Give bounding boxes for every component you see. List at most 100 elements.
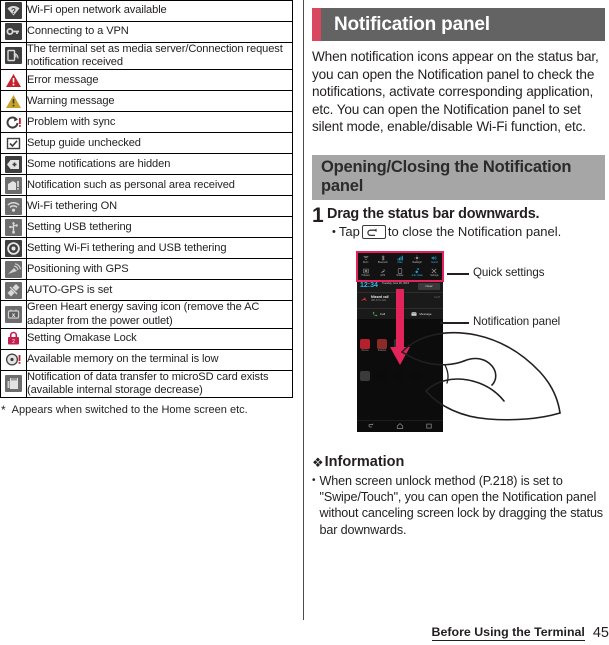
wifi-open-network-icon: ? [5, 2, 22, 20]
footnote-marker: * [1, 403, 6, 418]
notification-subtitle: 080-XXX-1111 [371, 299, 387, 303]
left-column: ? Wi-Fi open network available Connecting… [0, 0, 296, 645]
table-row: Problem with sync [0, 111, 293, 134]
auto-gps-icon [5, 281, 22, 299]
table-row: AUTO-GPS is set [0, 279, 293, 302]
table-row: Some notifications are hidden [0, 153, 293, 176]
message-icon [411, 312, 418, 317]
page-title: Notification panel [334, 13, 490, 35]
description-cell: The terminal set as media server/Connect… [26, 41, 293, 71]
table-row: Warning message [0, 90, 293, 113]
description-cell: Green Heart energy saving icon (remove t… [26, 300, 293, 329]
table-row: Connecting to a VPN [0, 21, 293, 43]
wifi-usb-tethering-icon [5, 239, 22, 257]
nav-back-icon[interactable] [367, 422, 375, 430]
quick-settings-highlight-frame [356, 250, 444, 282]
home-app-icon[interactable]: dmarket [377, 338, 387, 356]
usb-tethering-icon [5, 218, 22, 236]
information-text: When screen unlock method (P.218) is set… [319, 473, 604, 537]
table-row: 2 Setting Omakase Lock [0, 327, 293, 350]
call-icon [372, 312, 378, 317]
illustration: Wi-Fi Bluetooth Data Backlight Sound Hot… [312, 247, 605, 442]
icon-cell: ? [0, 0, 27, 22]
table-row: Positioning with GPS [0, 258, 293, 281]
table-row: ? Wi-Fi open network available [0, 0, 293, 22]
description-cell: Setting USB tethering [26, 216, 293, 239]
phone-icon [377, 370, 387, 381]
footer-chapter: Before Using the Terminal [431, 625, 585, 641]
callout-notification-panel: Notification panel [473, 314, 561, 328]
icon-cell [0, 153, 27, 176]
table-row: Available memory on the terminal is low [0, 348, 293, 371]
icon-cell [0, 369, 27, 399]
description-cell: Notification of data transfer to microSD… [26, 369, 293, 399]
home-app-icon[interactable]: dmenu [360, 338, 370, 356]
page-footer: Before Using the Terminal 45 [312, 625, 609, 641]
information-bullet: • [312, 474, 316, 486]
hidden-notifications-icon [5, 155, 22, 173]
status-icon-table: ? Wi-Fi open network available Connecting… [0, 0, 293, 399]
table-row: Wi-Fi tethering ON [0, 195, 293, 218]
personal-area-icon [5, 176, 22, 194]
icon-cell [0, 216, 27, 239]
callout-line-notification-panel [440, 321, 469, 324]
icon-cell [0, 132, 27, 155]
icon-cell: x [0, 300, 27, 329]
description-cell: Wi-Fi open network available [26, 0, 293, 22]
missed-call-icon [361, 297, 367, 301]
table-footnote: * Appears when switched to the Home scre… [1, 403, 296, 417]
dmarket-icon [377, 338, 387, 349]
icon-cell [0, 348, 27, 371]
description-cell: Connecting to a VPN [26, 21, 293, 43]
clear-button[interactable]: Clear [418, 282, 440, 290]
icon-cell [0, 90, 27, 113]
intro-paragraph: When notification icons appear on the st… [312, 49, 599, 135]
home-app-icon[interactable] [377, 370, 387, 382]
bullet-text-before: Tap [338, 223, 360, 239]
table-row: x Green Heart energy saving icon (remove … [0, 300, 293, 329]
icon-cell [0, 21, 27, 43]
app-drawer-icon [360, 370, 370, 381]
dmenu-icon [360, 338, 370, 349]
svg-text:?: ? [11, 7, 16, 16]
table-row: Error message [0, 69, 293, 92]
subsection-title: Opening/Closing the Notification panel [321, 157, 572, 195]
icon-cell [0, 237, 27, 260]
footer-page-number: 45 [592, 625, 609, 641]
subsection-heading-banner: Opening/Closing the Notification panel [312, 154, 605, 200]
description-cell: Setting Wi-Fi tethering and USB tetherin… [26, 237, 293, 260]
information-item: • When screen unlock method (P.218) is s… [312, 473, 605, 538]
wifi-tethering-icon [5, 197, 22, 215]
sync-problem-icon [5, 114, 22, 131]
hand-illustration [401, 331, 561, 421]
description-cell: Setting Omakase Lock [26, 327, 293, 350]
description-cell: Setup guide unchecked [26, 132, 293, 155]
heading-accent-bar [312, 8, 321, 41]
diamond-icon: ❖ [312, 454, 324, 470]
home-app-icon[interactable] [360, 370, 370, 382]
table-row: Notification such as personal area recei… [0, 174, 293, 197]
notification-time: 11:47 [434, 295, 440, 299]
step-bullet-text: Tap to close the Notification panel. [339, 224, 561, 241]
column-divider [303, 0, 304, 620]
step-bullet: • Tap to close the Notification panel. [327, 224, 609, 241]
microsd-transfer-icon [5, 375, 22, 393]
table-row: The terminal set as media server/Connect… [0, 41, 293, 71]
description-cell: Problem with sync [26, 111, 293, 134]
table-row: Setting USB tethering [0, 216, 293, 239]
setup-guide-check-icon [5, 135, 22, 152]
bullet-text-after: to close the Notification panel. [387, 223, 562, 239]
right-column: Notification panel When notification ico… [312, 0, 609, 645]
information-heading: ❖ Information [312, 454, 609, 471]
svg-text:2: 2 [12, 339, 15, 345]
icon-cell [0, 69, 27, 92]
notification-action-label: Call [379, 312, 386, 317]
callout-quick-settings: Quick settings [473, 265, 545, 279]
information-heading-text: Information [324, 453, 405, 470]
icon-cell [0, 174, 27, 197]
table-row: Notification of data transfer to microSD… [0, 369, 293, 399]
bullet-dot: • [332, 225, 336, 238]
description-cell: Available memory on the terminal is low [26, 348, 293, 371]
error-triangle-icon [5, 72, 22, 89]
phone-date: Tuesday June 30, 2015 [382, 281, 410, 285]
